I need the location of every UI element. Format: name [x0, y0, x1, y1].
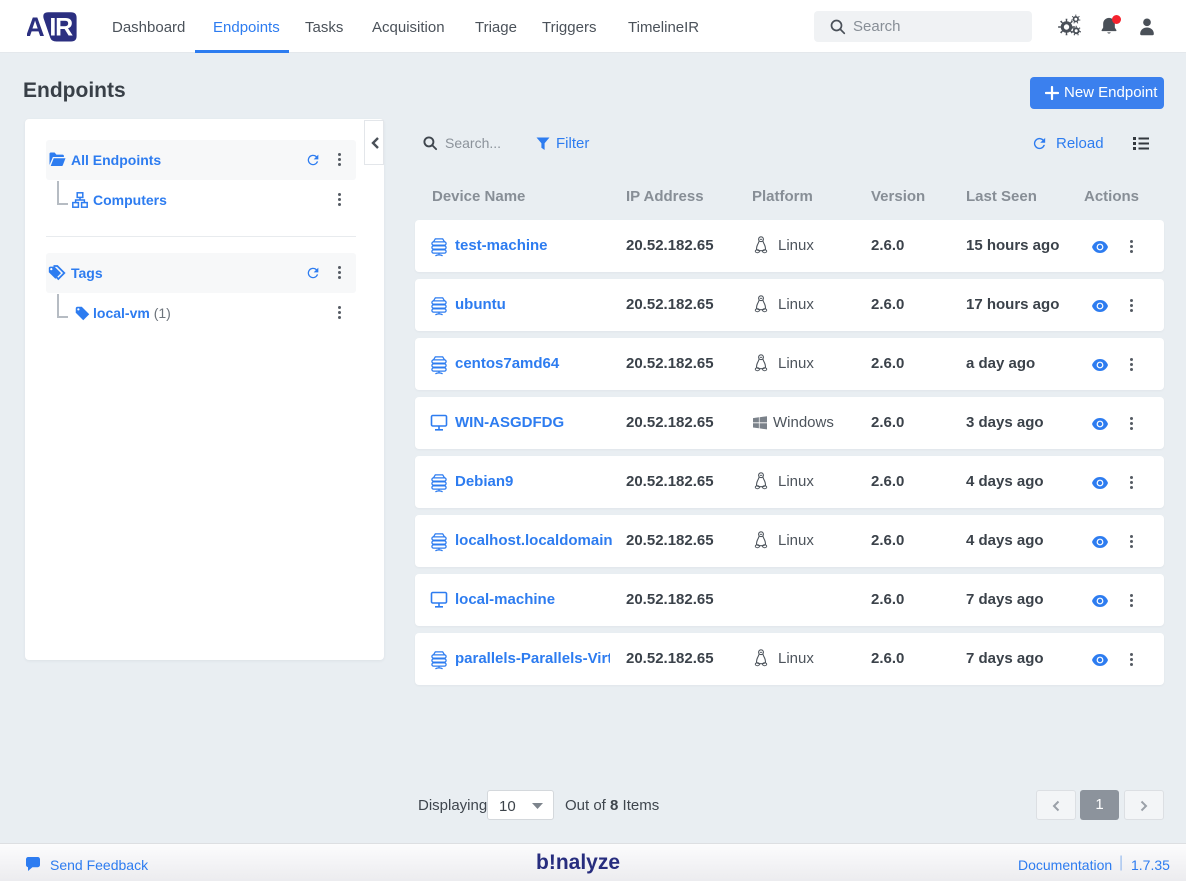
svg-text:IR: IR: [49, 14, 73, 42]
svg-text:A: A: [27, 12, 45, 42]
